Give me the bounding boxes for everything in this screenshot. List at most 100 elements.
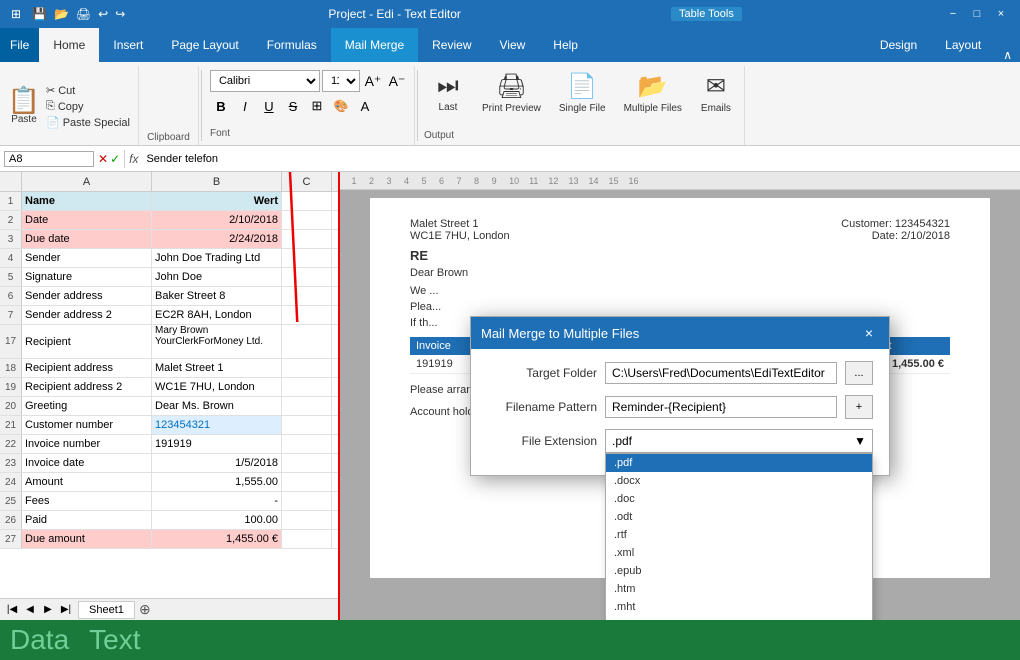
cell-a27[interactable]: Due amount — [22, 530, 152, 548]
dropdown-item-pdf[interactable]: .pdf — [606, 454, 872, 472]
cell-b22[interactable]: 191919 — [152, 435, 282, 453]
quick-access-undo[interactable]: ↩ — [98, 7, 108, 21]
close-btn[interactable]: × — [990, 4, 1012, 24]
minimize-btn[interactable]: − — [942, 4, 964, 24]
cancel-formula-btn[interactable]: ✕ — [98, 152, 108, 166]
paste-button[interactable]: 📋 Paste — [6, 82, 42, 129]
confirm-formula-btn[interactable]: ✓ — [110, 152, 120, 166]
tab-design[interactable]: Design — [866, 28, 931, 62]
cell-a24[interactable]: Amount — [22, 473, 152, 491]
cell-a7[interactable]: Sender address 2 — [22, 306, 152, 324]
cell-b24[interactable]: 1,555.00 — [152, 473, 282, 491]
ribbon-tab-expand[interactable]: ∧ — [995, 48, 1020, 62]
sheet-nav-next[interactable]: ▶ — [40, 602, 56, 618]
cell-b2[interactable]: 2/10/2018 — [152, 211, 282, 229]
dropdown-item-odt[interactable]: .odt — [606, 508, 872, 526]
cell-a5[interactable]: Signature — [22, 268, 152, 286]
cell-a2[interactable]: Date — [22, 211, 152, 229]
cell-b18[interactable]: Malet Street 1 — [152, 359, 282, 377]
bold-button[interactable]: B — [210, 95, 232, 117]
cell-b3[interactable]: 2/24/2018 — [152, 230, 282, 248]
print-preview-button[interactable]: 🖨 Print Preview — [474, 68, 549, 118]
cell-b5[interactable]: John Doe — [152, 268, 282, 286]
cell-b21[interactable]: 123454321 — [152, 416, 282, 434]
tab-formulas[interactable]: Formulas — [253, 28, 331, 62]
cell-b7[interactable]: EC2R 8AH, London — [152, 306, 282, 324]
quick-access-print[interactable]: 🖨 — [76, 7, 91, 21]
cell-b4[interactable]: John Doe Trading Ltd — [152, 249, 282, 267]
target-folder-input[interactable] — [605, 362, 837, 384]
dropdown-item-docx[interactable]: .docx — [606, 472, 872, 490]
single-file-button[interactable]: 📄 Single File — [551, 68, 614, 118]
sheet-nav-prev[interactable]: ◀ — [22, 602, 38, 618]
formula-input[interactable] — [142, 152, 1016, 166]
cell-b25[interactable]: - — [152, 492, 282, 510]
multiple-files-button[interactable]: 📂 Multiple Files — [616, 68, 690, 118]
underline-button[interactable]: U — [258, 95, 280, 117]
cell-b19[interactable]: WC1E 7HU, London — [152, 378, 282, 396]
tab-mail-merge[interactable]: Mail Merge — [331, 28, 418, 62]
cell-a21[interactable]: Customer number — [22, 416, 152, 434]
cell-a18[interactable]: Recipient address — [22, 359, 152, 377]
tab-view[interactable]: View — [486, 28, 540, 62]
filename-pattern-add-btn[interactable]: + — [845, 395, 873, 419]
emails-button[interactable]: ✉ Emails — [692, 68, 740, 118]
tab-review[interactable]: Review — [418, 28, 485, 62]
dropdown-item-htm[interactable]: .htm — [606, 580, 872, 598]
fill-color-button[interactable]: 🎨 — [330, 95, 352, 117]
cell-b20[interactable]: Dear Ms. Brown — [152, 397, 282, 415]
tab-file[interactable]: File — [0, 28, 39, 62]
cell-a6[interactable]: Sender address — [22, 287, 152, 305]
cell-a4[interactable]: Sender — [22, 249, 152, 267]
dropdown-item-mht[interactable]: .mht — [606, 598, 872, 616]
dropdown-item-epub[interactable]: .epub — [606, 562, 872, 580]
font-name-dropdown[interactable]: Calibri — [210, 70, 320, 92]
border-button[interactable]: ⊞ — [306, 95, 328, 117]
paste-special-button[interactable]: 📄 Paste Special — [42, 115, 134, 130]
cell-a25[interactable]: Fees — [22, 492, 152, 510]
cell-b27[interactable]: 1,455.00 € — [152, 530, 282, 548]
dropdown-item-txt[interactable]: .txt — [606, 616, 872, 620]
tab-home[interactable]: Home — [39, 28, 99, 62]
file-extension-select[interactable]: .pdf ▼ — [605, 429, 873, 453]
cell-a26[interactable]: Paid — [22, 511, 152, 529]
add-sheet-btn[interactable]: ⊕ — [135, 600, 155, 620]
last-button[interactable]: ⏭ Last — [424, 68, 472, 118]
font-size-dropdown[interactable]: 11 — [322, 70, 360, 92]
tab-help[interactable]: Help — [539, 28, 592, 62]
quick-access-save[interactable]: 💾 — [32, 7, 47, 21]
dropdown-item-doc[interactable]: .doc — [606, 490, 872, 508]
quick-access-redo[interactable]: ↪ — [115, 7, 125, 21]
sheet-tab-1[interactable]: Sheet1 — [78, 601, 135, 619]
cell-a22[interactable]: Invoice number — [22, 435, 152, 453]
cell-b23[interactable]: 1/5/2018 — [152, 454, 282, 472]
cell-a1[interactable]: Name — [22, 192, 152, 210]
target-folder-browse-btn[interactable]: ... — [845, 361, 873, 385]
cell-b26[interactable]: 100.00 — [152, 511, 282, 529]
cell-a3[interactable]: Due date — [22, 230, 152, 248]
sheet-nav-last[interactable]: ▶| — [58, 602, 74, 618]
cell-a19[interactable]: Recipient address 2 — [22, 378, 152, 396]
dropdown-item-rtf[interactable]: .rtf — [606, 526, 872, 544]
font-decrease-btn[interactable]: A⁻ — [386, 70, 408, 92]
tab-page-layout[interactable]: Page Layout — [157, 28, 252, 62]
copy-button[interactable]: ⎘ Copy — [42, 99, 134, 114]
tab-insert[interactable]: Insert — [99, 28, 157, 62]
sheet-nav-first[interactable]: |◀ — [4, 602, 20, 618]
strikethrough-button[interactable]: S — [282, 95, 304, 117]
italic-button[interactable]: I — [234, 95, 256, 117]
maximize-btn[interactable]: □ — [966, 4, 988, 24]
cell-b6[interactable]: Baker Street 8 — [152, 287, 282, 305]
cell-b1[interactable]: Wert — [152, 192, 282, 210]
filename-pattern-input[interactable] — [605, 396, 837, 418]
cell-a17[interactable]: Recipient — [22, 325, 152, 358]
cut-button[interactable]: ✂ Cut — [42, 83, 134, 98]
name-box[interactable] — [4, 151, 94, 167]
cell-a23[interactable]: Invoice date — [22, 454, 152, 472]
dialog-close-button[interactable]: × — [859, 323, 879, 343]
font-color-button[interactable]: A — [354, 95, 376, 117]
tab-layout[interactable]: Layout — [931, 28, 995, 62]
font-increase-btn[interactable]: A⁺ — [362, 70, 384, 92]
quick-access-open[interactable]: 📂 — [54, 7, 69, 21]
cell-b17[interactable]: Mary BrownYourClerkForMoney Ltd. — [152, 325, 282, 358]
